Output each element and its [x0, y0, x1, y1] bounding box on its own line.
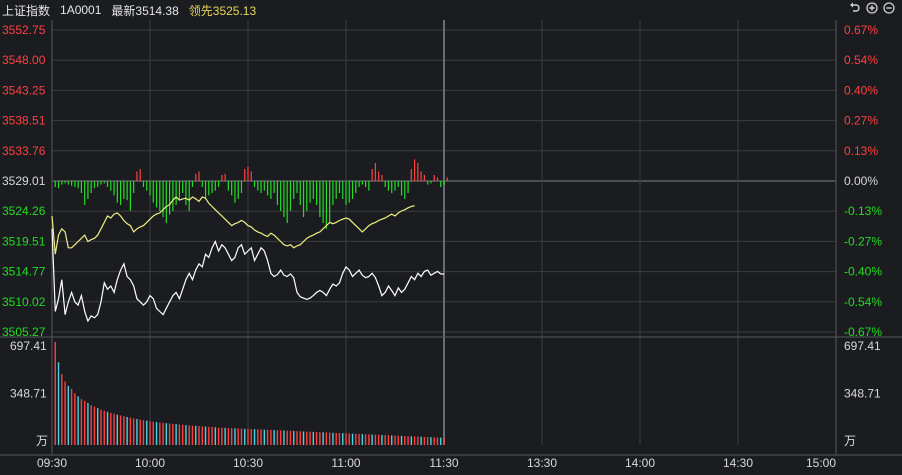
volume-tick-label-left: 348.71	[10, 387, 47, 401]
percent-axis-right: 0.67% 0.54% 0.40% 0.27% 0.13% 0.00% -0.13% -0.2…	[844, 23, 882, 339]
price-tick-label: 3519.51	[2, 234, 46, 248]
price-tick-label: 3543.25	[2, 83, 46, 97]
price-axis-left: 3552.75 3548.00 3543.25 3538.51 3533.76 3529.…	[2, 23, 46, 339]
time-tick-label: 11:00	[331, 456, 360, 470]
price-tick-label: 3529.01	[2, 174, 46, 188]
percent-tick-label: 0.27%	[844, 114, 878, 128]
time-tick-label: 10:00	[135, 456, 165, 470]
volume-tick-label-right: 348.71	[844, 387, 881, 401]
time-tick-label: 15:00	[806, 456, 836, 470]
price-tick-label: 3514.77	[2, 265, 46, 279]
volume-tick-label-left: 697.41	[10, 339, 47, 353]
time-tick-label: 13:30	[527, 456, 557, 470]
time-tick-label: 14:30	[723, 456, 753, 470]
percent-tick-label: 0.13%	[844, 144, 878, 158]
time-tick-label: 10:30	[233, 456, 263, 470]
volume-tick-label-left: 万	[36, 434, 48, 448]
volume-tick-label-right: 697.41	[844, 339, 881, 353]
breadth-bars	[54, 159, 448, 229]
percent-tick-label: -0.67%	[844, 325, 882, 339]
time-axis: 09:30 10:00 10:30 11:00 11:30 13:30 14:00 14:30…	[37, 456, 836, 470]
price-tick-label: 3548.00	[2, 53, 46, 67]
price-tick-label: 3510.02	[2, 295, 46, 309]
volume-tick-label-right: 万	[844, 434, 856, 448]
percent-tick-label: -0.54%	[844, 295, 882, 309]
price-tick-label: 3505.27	[2, 325, 46, 339]
percent-tick-label: 0.67%	[844, 23, 878, 37]
price-tick-label: 3533.76	[2, 144, 46, 158]
price-tick-label: 3538.51	[2, 114, 46, 128]
time-tick-label: 14:00	[625, 456, 655, 470]
percent-tick-label: -0.13%	[844, 204, 882, 218]
leading-line	[51, 196, 415, 255]
percent-tick-label: -0.40%	[844, 265, 882, 279]
percent-tick-label: -0.27%	[844, 234, 882, 248]
percent-tick-label: 0.00%	[844, 174, 878, 188]
intraday-chart: 3552.75 3548.00 3543.25 3538.51 3533.76 3529.…	[0, 20, 902, 470]
price-tick-label: 3552.75	[2, 23, 46, 37]
percent-tick-label: 0.40%	[844, 83, 878, 97]
time-tick-label: 11:30	[429, 456, 458, 470]
chart-grid	[0, 20, 902, 456]
volume-bars	[54, 342, 445, 445]
percent-tick-label: 0.54%	[844, 53, 878, 67]
time-tick-label: 09:30	[37, 456, 67, 470]
price-tick-label: 3524.26	[2, 204, 46, 218]
